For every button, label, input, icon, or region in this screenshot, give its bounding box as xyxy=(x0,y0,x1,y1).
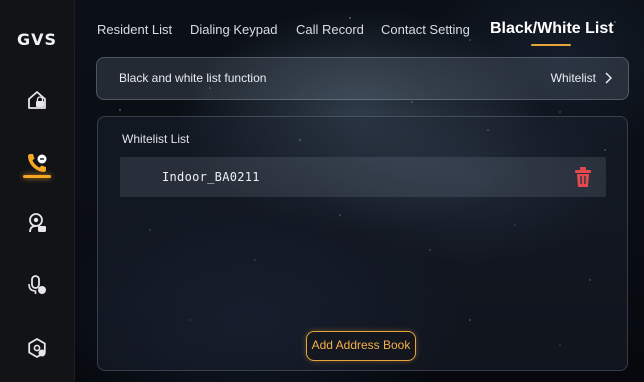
entry-name: Indoor_BA0211 xyxy=(162,170,260,184)
sidebar-item-home[interactable] xyxy=(22,85,52,115)
top-tab-bar: Resident List Dialing Keypad Call Record… xyxy=(74,0,644,52)
active-indicator xyxy=(23,175,51,178)
whitelist-panel: Whitelist List Indoor_BA0211 Add Address… xyxy=(97,116,628,371)
intercom-mic-icon xyxy=(28,275,46,294)
phone-call-icon xyxy=(28,154,47,172)
sidebar-item-camera[interactable] xyxy=(22,208,52,238)
tab-resident-list[interactable]: Resident List xyxy=(97,22,172,37)
sidebar-item-settings[interactable] xyxy=(22,333,52,363)
tab-call-record[interactable]: Call Record xyxy=(296,22,364,37)
list-item[interactable]: Indoor_BA0211 xyxy=(120,157,606,197)
tab-black-white-list[interactable]: Black/White List xyxy=(490,20,614,38)
tab-dialing-keypad[interactable]: Dialing Keypad xyxy=(190,22,277,37)
function-value: Whitelist xyxy=(550,71,596,85)
sidebar-item-intercom[interactable] xyxy=(22,270,52,300)
panel-title: Whitelist List xyxy=(122,132,190,146)
black-white-list-function-row[interactable]: Black and white list function Whitelist xyxy=(96,57,629,100)
sidebar-item-call[interactable] xyxy=(22,148,52,178)
settings-gear-icon xyxy=(28,338,46,358)
sidebar: GVS xyxy=(0,0,75,382)
add-address-book-button[interactable]: Add Address Book xyxy=(306,331,416,361)
camera-person-icon xyxy=(29,213,46,233)
tab-contact-setting[interactable]: Contact Setting xyxy=(381,22,470,37)
function-label: Black and white list function xyxy=(119,71,267,85)
trash-icon[interactable] xyxy=(574,166,592,188)
brand-logo: GVS xyxy=(16,30,58,49)
active-tab-underline xyxy=(531,44,571,46)
home-lock-icon xyxy=(28,91,46,109)
chevron-right-icon xyxy=(605,72,612,84)
